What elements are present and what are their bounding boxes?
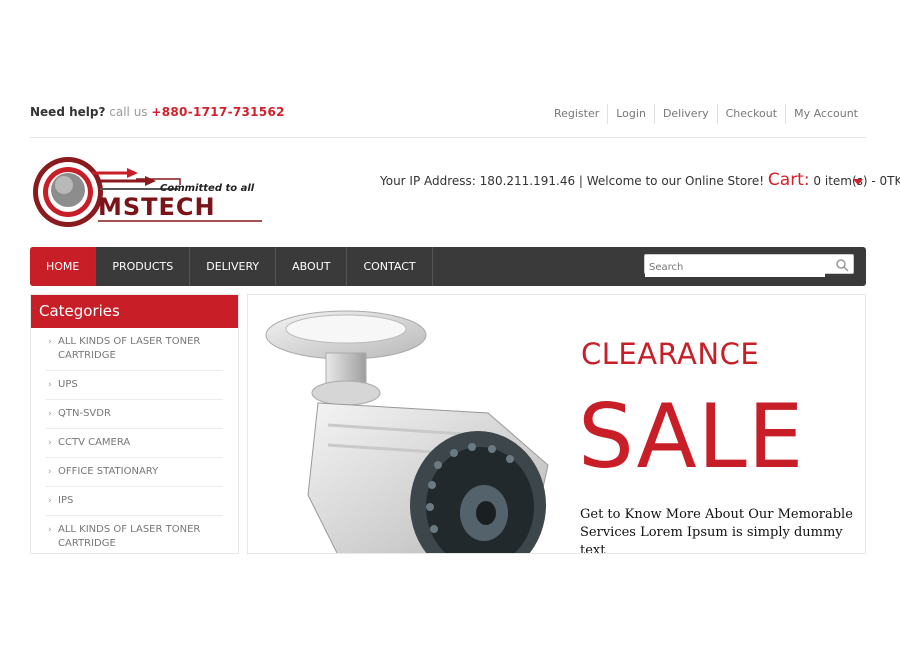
help-question: Need help?: [30, 105, 106, 119]
chevron-right-icon: ›: [48, 337, 52, 347]
search-icon[interactable]: [835, 257, 849, 276]
call-us-label: call us: [109, 105, 148, 119]
cctv-camera-image: [265, 310, 549, 553]
delivery-link[interactable]: Delivery: [653, 104, 717, 124]
chevron-right-icon: ›: [48, 496, 52, 506]
banner-sale-text: SALE: [578, 385, 805, 488]
top-bar: Need help? call us +880-1717-731562 Regi…: [30, 96, 866, 138]
chevron-right-icon: ›: [48, 525, 52, 535]
login-link[interactable]: Login: [607, 104, 654, 124]
categories-title: Categories: [31, 295, 238, 328]
chevron-right-icon: ›: [48, 467, 52, 477]
header-info: Your IP Address: 180.211.191.46 | Welcom…: [380, 170, 900, 190]
main-navigation: HOME PRODUCTS DELIVERY ABOUT CONTACT: [30, 247, 866, 286]
cart-label[interactable]: Cart:: [768, 170, 810, 190]
category-label: ALL KINDS OF LASER TONER CARTRIDGE: [58, 336, 201, 361]
promo-banner[interactable]: CLEARANCE SALE Get to Know More About Ou…: [247, 294, 866, 554]
search-box: [644, 254, 854, 277]
category-item[interactable]: › ALL KINDS OF LASER TONER CARTRIDGE: [46, 516, 223, 553]
search-input[interactable]: [645, 258, 825, 277]
category-label: IPS: [58, 495, 74, 506]
nav-products[interactable]: PRODUCTS: [96, 247, 191, 286]
category-item[interactable]: › OFFICE STATIONARY: [46, 458, 223, 487]
logo-wordmark: MSTECH: [98, 193, 216, 221]
my-account-link[interactable]: My Account: [785, 104, 866, 124]
category-label: CCTV CAMERA: [58, 437, 131, 448]
ip-welcome-text: Your IP Address: 180.211.191.46 | Welcom…: [380, 174, 765, 188]
banner-heading: CLEARANCE: [581, 337, 760, 371]
nav-about[interactable]: ABOUT: [276, 247, 348, 286]
cart-dropdown-icon[interactable]: [853, 179, 863, 185]
nav-home[interactable]: HOME: [30, 247, 97, 286]
category-label: OFFICE STATIONARY: [58, 466, 159, 477]
site-logo[interactable]: Committed to all MSTECH: [30, 155, 270, 230]
chevron-right-icon: ›: [48, 438, 52, 448]
chevron-right-icon: ›: [48, 409, 52, 419]
register-link[interactable]: Register: [546, 104, 607, 124]
category-item[interactable]: › IPS: [46, 487, 223, 516]
account-links: Register Login Delivery Checkout My Acco…: [546, 104, 866, 124]
checkout-link[interactable]: Checkout: [716, 104, 785, 124]
chevron-right-icon: ›: [48, 380, 52, 390]
category-label: ALL KINDS OF LASER TONER CARTRIDGE: [58, 524, 201, 549]
category-item[interactable]: › QTN-SVDR: [46, 400, 223, 429]
phone-number[interactable]: +880-1717-731562: [151, 105, 284, 119]
categories-sidebar: Categories › ALL KINDS OF LASER TONER CAR…: [30, 294, 239, 554]
banner-description: Get to Know More About Our Memorable Ser…: [580, 507, 853, 554]
nav-contact[interactable]: CONTACT: [347, 247, 433, 286]
category-item[interactable]: › UPS: [46, 371, 223, 400]
category-list: › ALL KINDS OF LASER TONER CARTRIDGE › UPS…: [31, 328, 238, 553]
category-item[interactable]: › ALL KINDS OF LASER TONER CARTRIDGE: [46, 328, 223, 371]
category-label: UPS: [58, 379, 78, 390]
nav-delivery[interactable]: DELIVERY: [190, 247, 277, 286]
help-line: Need help? call us +880-1717-731562: [30, 105, 285, 119]
category-item[interactable]: › CCTV CAMERA: [46, 429, 223, 458]
category-label: QTN-SVDR: [58, 408, 111, 419]
